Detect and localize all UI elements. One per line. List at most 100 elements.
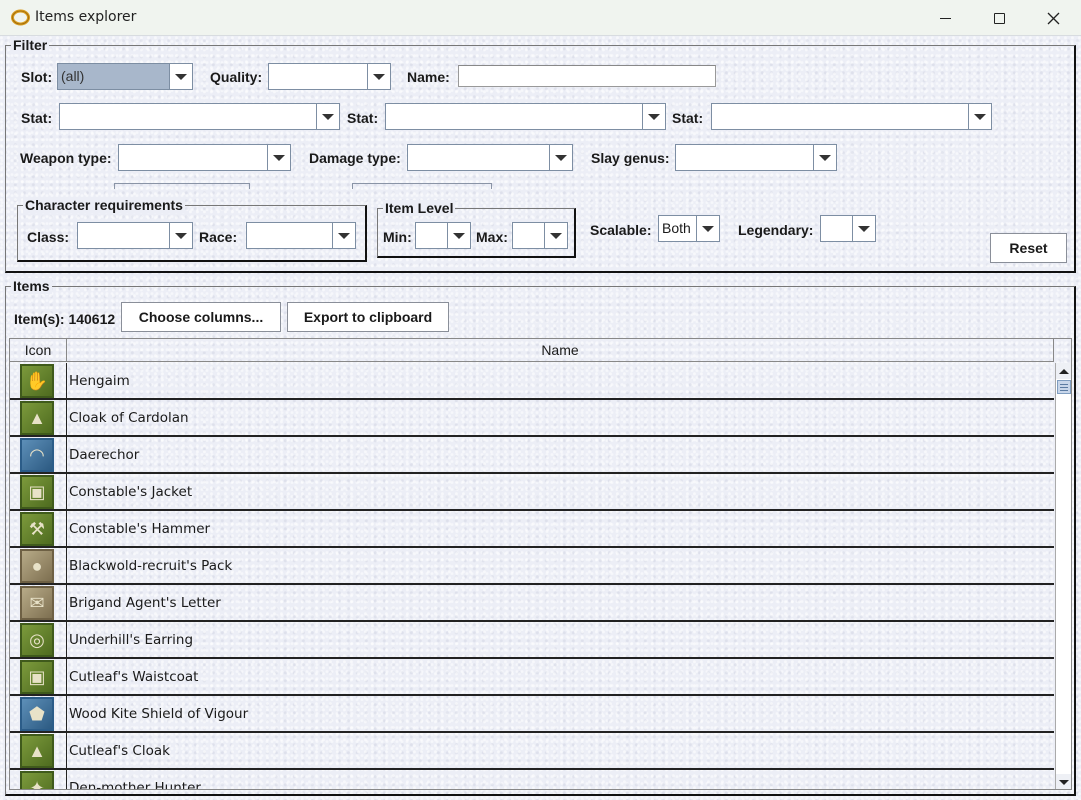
shield-icon: ⬟ — [20, 697, 54, 731]
window-content: Filter Slot: (all) Quality: Name: Stat: … — [0, 36, 1081, 800]
column-header-name[interactable]: Name — [67, 339, 1054, 361]
item-name: Hengaim — [69, 373, 130, 389]
stat-2-combobox[interactable] — [385, 103, 666, 130]
slay-genus-label: Slay genus: — [591, 150, 670, 166]
hidden-combobox-1 — [114, 183, 250, 189]
chevron-down-icon — [175, 73, 187, 80]
stat-1-dropdown-button[interactable] — [316, 104, 339, 129]
item-name: Den-mother Hunter — [69, 780, 201, 790]
name-label: Name: — [407, 69, 450, 85]
item-level-max-value — [513, 223, 544, 248]
chevron-down-icon — [550, 232, 562, 239]
stat-3-dropdown-button[interactable] — [968, 104, 991, 129]
hunter-icon: ✦ — [20, 771, 54, 789]
scalable-value: Both — [662, 220, 691, 236]
item-name: Constable's Jacket — [69, 484, 193, 500]
item-level-max-dropdown-button[interactable] — [544, 223, 567, 248]
table-body: ✋ Hengaim ▲ Cloak of Cardolan ◠ Daerechor ▣ Con… — [10, 363, 1054, 790]
column-header-icon[interactable]: Icon — [10, 339, 67, 361]
legendary-combobox[interactable] — [820, 215, 876, 242]
minimize-button[interactable] — [922, 0, 968, 36]
slot-combobox[interactable]: (all) — [57, 63, 193, 90]
character-requirements-title: Character requirements — [23, 197, 185, 213]
vertical-scrollbar[interactable] — [1055, 363, 1071, 789]
arrow-down-icon — [1059, 779, 1069, 785]
table-row[interactable]: ✋ Hengaim — [10, 363, 1054, 400]
class-value — [78, 223, 169, 248]
export-to-clipboard-button[interactable]: Export to clipboard — [287, 302, 449, 332]
chevron-down-icon — [373, 73, 385, 80]
scroll-up-button[interactable] — [1056, 363, 1071, 379]
item-name: Constable's Hammer — [69, 521, 211, 537]
icon-cell: ▣ — [10, 659, 67, 694]
scalable-dropdown-button[interactable] — [696, 216, 719, 241]
damage-type-dropdown-button[interactable] — [549, 145, 572, 170]
table-row[interactable]: ● Blackwold-recruit's Pack — [10, 548, 1054, 585]
class-combobox[interactable] — [77, 222, 193, 249]
chevron-down-icon — [702, 225, 714, 232]
slay-genus-combobox[interactable] — [675, 144, 837, 171]
race-combobox[interactable] — [246, 222, 356, 249]
legendary-dropdown-button[interactable] — [852, 216, 875, 241]
item-level-min-combobox[interactable] — [415, 222, 471, 249]
stat-2-dropdown-button[interactable] — [642, 104, 665, 129]
items-table: Icon Name ✋ Hengaim ▲ Cloak of Cardolan ◠ Dae… — [9, 338, 1072, 790]
slot-dropdown-button[interactable] — [169, 64, 192, 89]
damage-type-value — [408, 145, 549, 170]
item-level-max-combobox[interactable] — [512, 222, 568, 249]
icon-cell: ◠ — [10, 437, 67, 472]
chevron-down-icon — [974, 113, 986, 120]
table-row[interactable]: ✦ Den-mother Hunter — [10, 770, 1054, 790]
cloak-icon: ▲ — [20, 401, 54, 435]
reset-button[interactable]: Reset — [990, 233, 1067, 263]
icon-cell: ⚒ — [10, 511, 67, 546]
stat-3-combobox[interactable] — [711, 103, 992, 130]
chevron-down-icon — [273, 154, 285, 161]
race-label: Race: — [199, 229, 238, 245]
hammer-icon: ⚒ — [20, 512, 54, 546]
table-row[interactable]: ◠ Daerechor — [10, 437, 1054, 474]
weapon-type-dropdown-button[interactable] — [267, 145, 290, 170]
window-title: Items explorer — [35, 9, 137, 25]
scroll-thumb[interactable] — [1057, 380, 1071, 394]
table-row[interactable]: ⚒ Constable's Hammer — [10, 511, 1054, 548]
slay-genus-dropdown-button[interactable] — [813, 145, 836, 170]
stat-2-label: Stat: — [347, 110, 379, 126]
table-row[interactable]: ▣ Cutleaf's Waistcoat — [10, 659, 1054, 696]
scalable-combobox[interactable]: Both — [658, 215, 720, 242]
maximize-button[interactable] — [976, 0, 1022, 36]
icon-cell: ✉ — [10, 585, 67, 620]
scroll-down-button[interactable] — [1056, 774, 1071, 789]
table-row[interactable]: ▲ Cutleaf's Cloak — [10, 733, 1054, 770]
maximize-icon — [993, 12, 1005, 24]
quality-dropdown-button[interactable] — [367, 64, 390, 89]
title-bar: Items explorer — [0, 0, 1081, 36]
arrow-up-icon — [1059, 368, 1069, 374]
class-dropdown-button[interactable] — [169, 223, 192, 248]
item-name: Blackwold-recruit's Pack — [69, 558, 233, 574]
weapon-type-combobox[interactable] — [118, 144, 291, 171]
scalable-label: Scalable: — [590, 222, 652, 238]
item-level-title: Item Level — [383, 200, 456, 216]
table-row[interactable]: ◎ Underhill's Earring — [10, 622, 1054, 659]
table-row[interactable]: ✉ Brigand Agent's Letter — [10, 585, 1054, 622]
stat-2-value — [386, 104, 642, 129]
weapon-type-value — [119, 145, 267, 170]
race-dropdown-button[interactable] — [332, 223, 355, 248]
slot-value: (all) — [58, 64, 169, 89]
stat-1-label: Stat: — [21, 110, 53, 126]
stat-1-value — [60, 104, 316, 129]
close-button[interactable] — [1030, 0, 1076, 36]
table-row[interactable]: ▣ Constable's Jacket — [10, 474, 1054, 511]
item-level-min-dropdown-button[interactable] — [447, 223, 470, 248]
table-row[interactable]: ⬟ Wood Kite Shield of Vigour — [10, 696, 1054, 733]
choose-columns-button[interactable]: Choose columns... — [121, 302, 281, 332]
stat-1-combobox[interactable] — [59, 103, 340, 130]
name-input[interactable] — [458, 65, 716, 87]
damage-type-combobox[interactable] — [407, 144, 573, 171]
table-row[interactable]: ▲ Cloak of Cardolan — [10, 400, 1054, 437]
icon-cell: ▣ — [10, 474, 67, 509]
item-name: Cloak of Cardolan — [69, 410, 189, 426]
quality-combobox[interactable] — [268, 63, 391, 90]
race-value — [247, 223, 332, 248]
